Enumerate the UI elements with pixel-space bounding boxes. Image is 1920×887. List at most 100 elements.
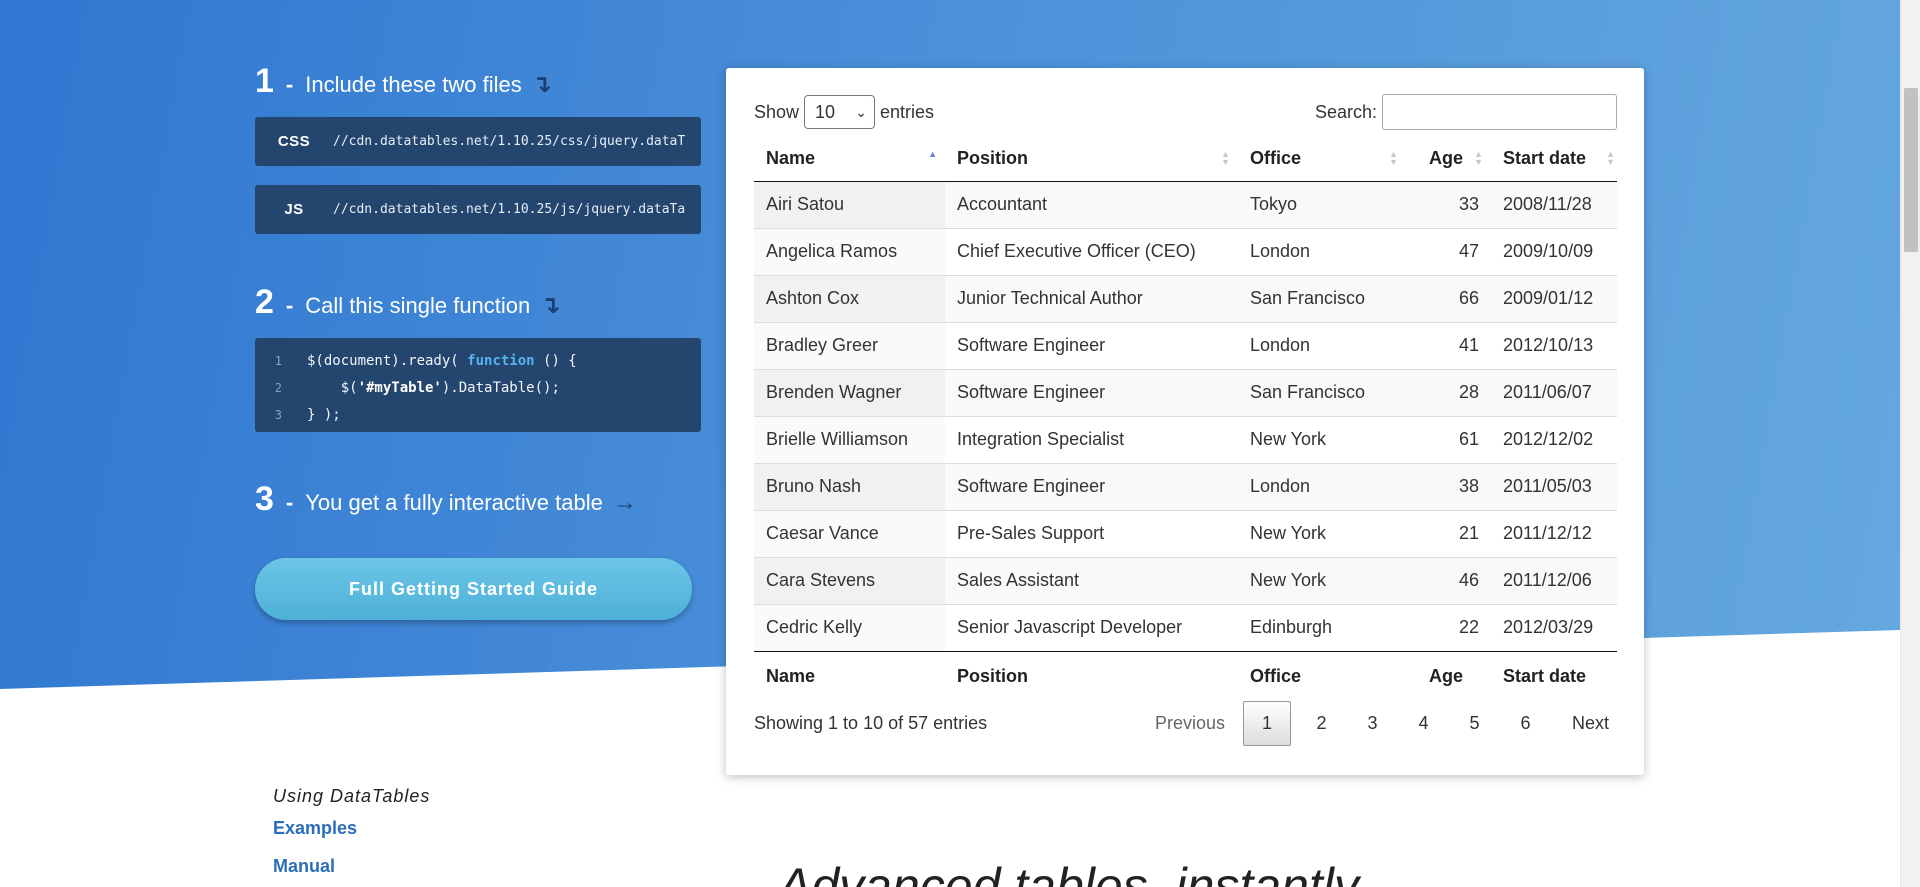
search-input[interactable] (1382, 94, 1617, 130)
show-label: Show (754, 101, 800, 122)
table-row[interactable]: Brenden Wagner Software Engineer San Franc… (754, 368, 1617, 416)
cell-office: San Francisco (1238, 274, 1406, 322)
cell-position: Chief Executive Officer (CEO) (945, 227, 1238, 275)
table-row[interactable]: Cara Stevens Sales Assistant New York 46 201… (754, 556, 1617, 604)
cell-office: New York (1238, 509, 1406, 557)
css-label: CSS (277, 133, 311, 150)
cell-start-date: 2011/12/06 (1491, 556, 1617, 604)
table-info: Showing 1 to 10 of 57 entries (754, 713, 988, 733)
cell-age: 41 (1406, 321, 1491, 369)
table-row[interactable]: Bradley Greer Software Engineer London 41 20… (754, 321, 1617, 369)
next-button[interactable]: Next (1564, 701, 1617, 746)
step-dash: - (285, 293, 294, 318)
cell-name: Caesar Vance (754, 509, 945, 557)
getting-started-guide-button[interactable]: Full Getting Started Guide (255, 558, 692, 620)
css-url[interactable]: //cdn.datatables.net/1.10.25/css/jquery.… (333, 134, 685, 149)
footer-office: Office (1238, 650, 1406, 702)
code-text: $(document).ready( function () { (307, 352, 577, 369)
cell-name: Brenden Wagner (754, 368, 945, 416)
column-header-position[interactable]: Position ▲ ▼ (945, 136, 1238, 182)
code-text: $('#myTable').DataTable(); (307, 379, 560, 396)
table-controls: Show 10 ⌄ entries Search: (754, 94, 1617, 130)
cell-age: 61 (1406, 415, 1491, 463)
table-row[interactable]: Cedric Kelly Senior Javascript Developer E… (754, 603, 1617, 651)
step-3: 3 - You get a fully interactive table → (255, 480, 637, 519)
scrollbar-thumb[interactable] (1904, 88, 1918, 252)
line-number: 3 (274, 407, 282, 422)
cell-age: 33 (1406, 181, 1491, 228)
sort-icon: ▲▼ (1606, 149, 1615, 168)
cell-position: Software Engineer (945, 462, 1238, 510)
datatable-card: Show 10 ⌄ entries Search: Name▲▼ Positio… (726, 68, 1644, 775)
cell-office: New York (1238, 415, 1406, 463)
page-button-1[interactable]: 1 (1242, 701, 1291, 746)
line-number: 1 (274, 353, 282, 368)
page-button-6[interactable]: 6 (1505, 701, 1546, 746)
cell-start-date: 2011/12/12 (1491, 509, 1617, 557)
cell-age: 28 (1406, 368, 1491, 416)
footer-start-date: Start date (1491, 650, 1617, 702)
footer-age: Age (1406, 650, 1491, 702)
page-button-2[interactable]: 2 (1301, 701, 1342, 746)
cell-start-date: 2011/06/07 (1491, 368, 1617, 416)
sort-icon: ▲▼ (928, 149, 937, 160)
footer-name: Name (754, 650, 945, 702)
step-2: 2 - Call this single function ↴ (255, 283, 560, 322)
cell-name: Cedric Kelly (754, 603, 945, 651)
js-label: JS (284, 201, 304, 218)
cell-name: Ashton Cox (754, 274, 945, 322)
entries-select[interactable]: 10 ⌄ (804, 95, 876, 129)
table-row[interactable]: Brielle Williamson Integration Specialist… (754, 415, 1617, 463)
arrow-down-icon: ↴ (531, 71, 552, 98)
column-header-start-date[interactable]: Start date ▲ ▼ (1491, 136, 1617, 182)
footer-position: Position (945, 650, 1238, 702)
cell-age: 66 (1406, 274, 1491, 322)
cell-start-date: 2012/03/29 (1491, 603, 1617, 651)
sidebar-link-examples[interactable]: Examples (273, 818, 357, 839)
cell-age: 21 (1406, 509, 1491, 557)
cell-position: Sales Assistant (945, 556, 1238, 604)
cell-age: 38 (1406, 462, 1491, 510)
table-row[interactable]: Airi Satou Accountant Tokyo 33 2008/11/28 (754, 181, 1617, 228)
js-file-box[interactable]: JS //cdn.datatables.net/1.10.25/js/jquer… (255, 185, 701, 234)
code-text: } ); (307, 406, 341, 423)
code-block[interactable]: 1 $(document).ready( function () { 2 $('… (255, 338, 701, 432)
table-row[interactable]: Caesar Vance Pre-Sales Support New York 21 2… (754, 509, 1617, 557)
step-number: 2 (255, 283, 274, 321)
cell-start-date: 2009/01/12 (1491, 274, 1617, 322)
table-row[interactable]: Bruno Nash Software Engineer London 38 2011/… (754, 462, 1617, 510)
sort-icon: ▲▼ (1474, 149, 1483, 168)
previous-button[interactable]: Previous (1147, 701, 1233, 746)
cell-name: Brielle Williamson (754, 415, 945, 463)
column-header-office[interactable]: Office ▲ ▼ (1238, 136, 1406, 182)
cell-start-date: 2012/12/02 (1491, 415, 1617, 463)
cell-office: Edinburgh (1238, 603, 1406, 651)
search-label: Search: (1314, 101, 1377, 122)
css-file-box[interactable]: CSS //cdn.datatables.net/1.10.25/css/jqu… (255, 117, 701, 166)
code-line: 2 $('#myTable').DataTable(); (255, 374, 701, 401)
table-row[interactable]: Ashton Cox Junior Technical Author San Fra… (754, 274, 1617, 322)
column-header-name[interactable]: Name▲▼ (754, 136, 945, 182)
page-button-3[interactable]: 3 (1352, 701, 1393, 746)
cell-position: Integration Specialist (945, 415, 1238, 463)
arrow-right-icon: → (612, 489, 637, 516)
footer-row: Name Position Office Age Start date (754, 650, 1617, 702)
cell-position: Pre-Sales Support (945, 509, 1238, 557)
step-text: Call this single function (305, 293, 531, 318)
page-button-5[interactable]: 5 (1454, 701, 1495, 746)
sidebar-link-manual[interactable]: Manual (273, 856, 335, 877)
page-scrollbar[interactable] (1900, 0, 1920, 887)
cell-office: London (1238, 321, 1406, 369)
cell-name: Bradley Greer (754, 321, 945, 369)
js-url[interactable]: //cdn.datatables.net/1.10.25/js/jquery.d… (333, 202, 685, 217)
step-text: Include these two files (305, 72, 522, 97)
cell-start-date: 2011/05/03 (1491, 462, 1617, 510)
table-row[interactable]: Angelica Ramos Chief Executive Officer (C… (754, 227, 1617, 275)
cell-age: 46 (1406, 556, 1491, 604)
page-button-4[interactable]: 4 (1403, 701, 1444, 746)
cell-office: Tokyo (1238, 181, 1406, 228)
step-dash: - (285, 490, 294, 515)
code-line: 1 $(document).ready( function () { (255, 347, 701, 374)
column-header-age[interactable]: Age ▲ ▼ (1406, 136, 1491, 182)
step-text: You get a fully interactive table (305, 490, 603, 515)
